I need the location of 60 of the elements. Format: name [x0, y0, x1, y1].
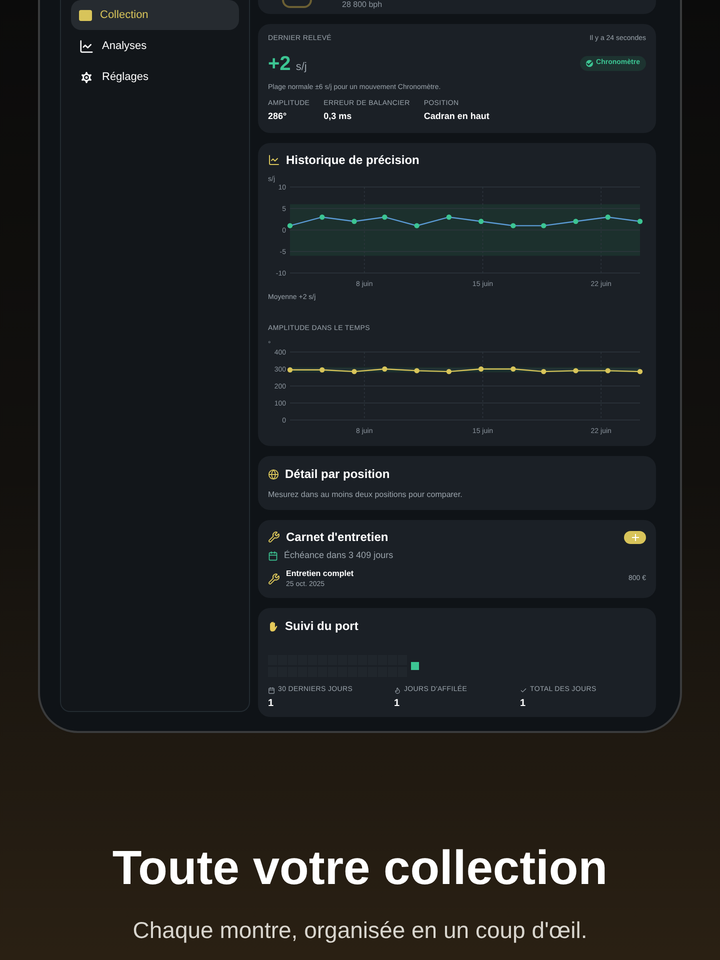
data-point	[414, 223, 420, 228]
data-point	[446, 368, 452, 374]
data-point	[382, 366, 388, 372]
stat-value: 1	[394, 696, 401, 710]
due-text: Échéance dans 3 409 jours	[284, 549, 394, 562]
card-title: Détail par position	[285, 466, 390, 483]
data-point	[573, 368, 578, 374]
data-point	[541, 368, 546, 374]
card-title: Suivi du port	[285, 618, 358, 635]
rate-unit: s/j	[296, 60, 307, 74]
hand-icon	[268, 620, 279, 632]
data-point	[637, 368, 643, 374]
settings-icon	[79, 70, 94, 84]
data-point	[287, 367, 293, 372]
data-point	[478, 366, 484, 372]
data-point	[605, 214, 610, 220]
stat-value: 286°	[268, 110, 288, 122]
plus-icon	[632, 534, 638, 540]
data-point	[382, 214, 388, 220]
check-icon	[520, 686, 527, 694]
sidebar-item[interactable]: Collection	[71, 0, 239, 30]
entry-name: Entretien complet	[286, 568, 354, 580]
wrench-icon	[268, 531, 280, 543]
data-point	[352, 368, 357, 374]
data-point	[541, 223, 546, 228]
data-point	[573, 218, 578, 224]
data-point	[637, 218, 643, 224]
stat-value: 1	[268, 696, 275, 710]
data-point	[478, 218, 484, 224]
card-title: Historique de précision	[286, 152, 420, 169]
globe-icon	[268, 468, 279, 480]
line-chart-icon	[268, 154, 280, 166]
headline: Toute votre collection	[112, 845, 608, 893]
rate-value: +2	[268, 52, 291, 76]
data-point	[510, 223, 516, 228]
stat-value: Cadran en haut	[424, 110, 490, 122]
flame-icon	[394, 686, 401, 694]
data-point	[446, 214, 452, 220]
sidebar-item[interactable]: Réglages	[71, 62, 239, 92]
subtitle: Chaque montre, organisée en un coup d'œil.	[132, 916, 588, 945]
dial-ring-icon	[282, 0, 312, 8]
data-point	[510, 366, 516, 372]
data-point	[320, 367, 325, 372]
stat-value: 1	[520, 696, 527, 710]
calendar-icon	[268, 686, 275, 694]
sidebar-item[interactable]: Analyses	[71, 31, 239, 61]
add-button[interactable]	[624, 530, 646, 544]
stat-value: 0,3 ms	[324, 110, 353, 122]
beat-rate: 28 800 bph	[342, 0, 382, 10]
check-icon	[586, 60, 594, 67]
calendar-icon	[268, 550, 278, 561]
data-point	[414, 368, 420, 374]
line-chart-icon	[79, 38, 94, 54]
data-point	[352, 218, 357, 224]
card-title: Carnet d'entretien	[286, 529, 388, 546]
empty-message: Mesurez dans au moins deux positions pour comparer.	[268, 489, 464, 501]
data-point	[320, 214, 325, 220]
data-point	[287, 223, 293, 228]
wrench-icon	[268, 572, 280, 585]
data-point	[605, 368, 610, 374]
